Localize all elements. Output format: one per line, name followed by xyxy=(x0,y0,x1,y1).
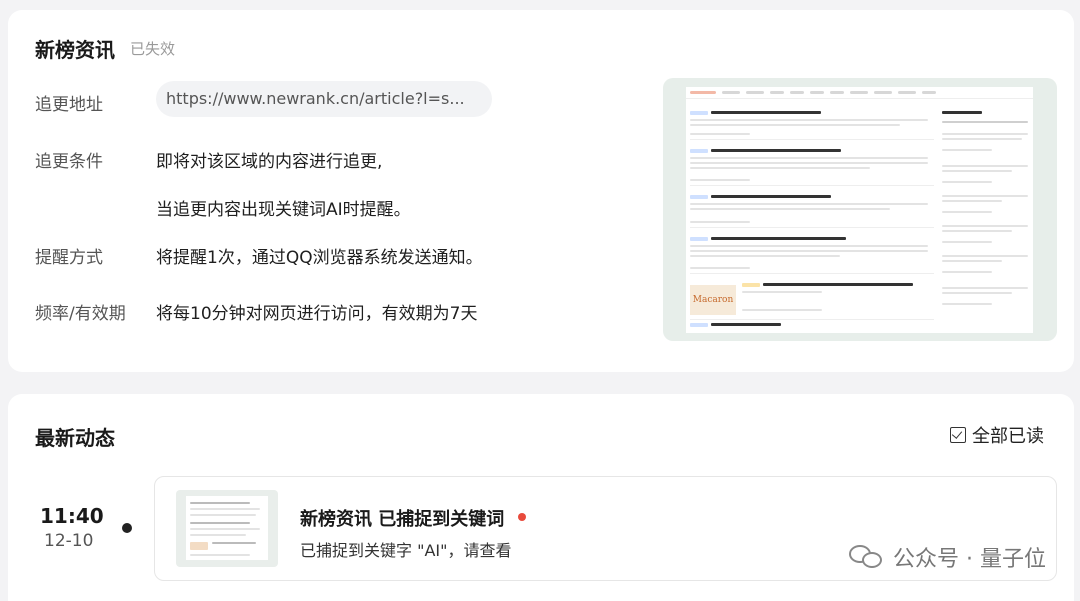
notification-title: 新榜资讯 已捕捉到关键词 xyxy=(300,509,505,530)
frequency-label: 频率/有效期 xyxy=(35,304,126,324)
condition-value-line2: 当追更内容出现关键词AI时提醒。 xyxy=(156,200,411,220)
frequency-value: 将每10分钟对网页进行访问，有效期为7天 xyxy=(156,304,478,324)
thumbnail-nav xyxy=(686,87,1033,99)
monitor-card: 新榜资讯 已失效 追更地址 https://www.newrank.cn/art… xyxy=(8,10,1074,372)
mark-all-read-button[interactable]: 全部已读 xyxy=(950,422,1044,448)
notify-value: 将提醒1次，通过QQ浏览器系统发送通知。 xyxy=(156,248,483,268)
check-square-icon xyxy=(950,427,966,443)
thumbnail-page: Macaron xyxy=(686,87,1033,333)
condition-label: 追更条件 xyxy=(35,152,103,172)
watermark: 公众号 · 量子位 xyxy=(849,541,1046,573)
activity-time: 11:40 xyxy=(40,504,104,528)
unread-dot xyxy=(518,513,526,521)
page-thumbnail[interactable]: Macaron xyxy=(663,78,1057,341)
url-field[interactable]: https://www.newrank.cn/article?l=s... xyxy=(156,81,492,117)
watermark-text: 公众号 · 量子位 xyxy=(893,547,1046,572)
url-label: 追更地址 xyxy=(35,95,103,115)
monitor-title: 新榜资讯 xyxy=(35,38,115,62)
notification-subtitle: 已捕捉到关键字 "AI"，请查看 xyxy=(300,541,512,560)
activity-date: 12-10 xyxy=(44,531,94,551)
timeline-dot xyxy=(122,523,132,533)
wechat-icon xyxy=(849,543,885,571)
condition-value-line1: 即将对该区域的内容进行追更, xyxy=(156,152,383,172)
notification-thumbnail xyxy=(176,490,278,567)
notify-label: 提醒方式 xyxy=(35,248,103,268)
macaron-logo: Macaron xyxy=(690,285,736,315)
mark-all-read-label: 全部已读 xyxy=(972,426,1044,447)
activity-title: 最新动态 xyxy=(35,426,115,450)
status-badge: 已失效 xyxy=(130,40,176,58)
